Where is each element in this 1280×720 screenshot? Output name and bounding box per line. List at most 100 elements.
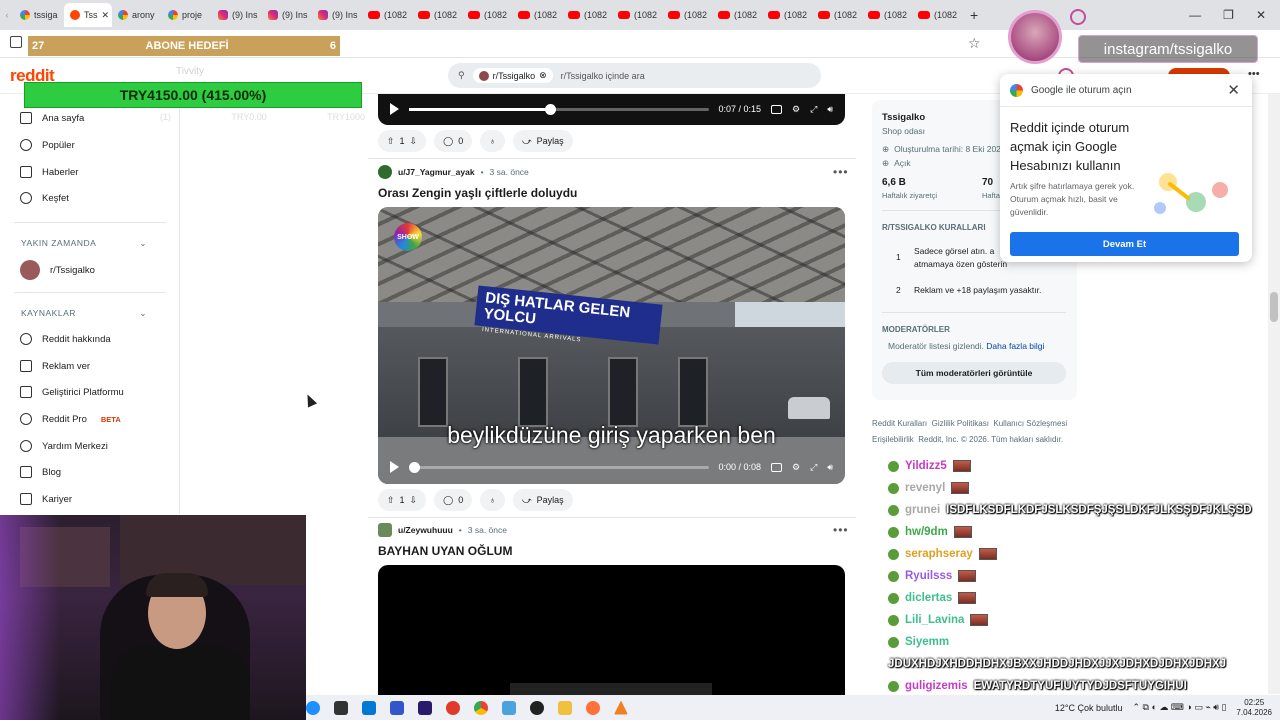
upvote-icon[interactable]: ⇧ — [387, 495, 395, 506]
taskbar-clock[interactable]: 02:25 7.04.2026 — [1236, 698, 1272, 718]
comments-button[interactable]: ◯ 0 — [434, 489, 473, 511]
sidebar-item-popular[interactable]: Popüler — [20, 139, 75, 151]
browser-tab[interactable]: (1082 — [562, 3, 612, 27]
taskbar-app-icon[interactable] — [530, 700, 544, 715]
browser-tab[interactable]: (9) Ins — [212, 3, 262, 27]
browser-tab[interactable]: (1082 — [412, 3, 462, 27]
fullscreen-icon[interactable]: ⤢ — [810, 462, 817, 473]
browser-tab[interactable]: (1082 — [362, 3, 412, 27]
browser-tab[interactable]: tssiga — [14, 3, 64, 27]
resource-item-about[interactable]: Reddit hakkında — [20, 333, 111, 345]
browser-tab[interactable]: (1082 — [762, 3, 812, 27]
play-icon[interactable] — [390, 103, 399, 115]
play-icon[interactable] — [390, 461, 399, 473]
downvote-icon[interactable]: ⇩ — [410, 136, 418, 147]
browser-tab[interactable]: proje — [162, 3, 212, 27]
folder-icon[interactable] — [558, 700, 572, 715]
footer-link[interactable]: Reddit Kuralları — [872, 419, 927, 428]
chrome-icon[interactable] — [474, 700, 488, 715]
upvote-icon[interactable]: ⇧ — [387, 136, 395, 147]
maximize-button[interactable]: ❐ — [1223, 8, 1234, 22]
taskbar-app-icon[interactable] — [362, 700, 376, 715]
post-title[interactable]: Orası Zengin yaşlı çiftlerle doluydu — [378, 186, 577, 200]
resource-item-reddit-pro[interactable]: Reddit Pro BETA — [20, 413, 121, 425]
browser-tab[interactable]: arony — [112, 3, 162, 27]
chip-remove-icon[interactable]: ⊗ — [539, 70, 547, 81]
search-input[interactable]: ⚲ r/Tssigalko ⊗ r/Tssigalko içinde ara — [448, 63, 821, 88]
vlc-icon[interactable] — [614, 700, 628, 715]
view-all-moderators-button[interactable]: Tüm moderatörleri görüntüle — [882, 362, 1066, 384]
sidebar-item-explore[interactable]: Keşfet — [20, 192, 69, 204]
browser-tab[interactable]: (1082 — [612, 3, 662, 27]
weather-widget[interactable]: 12°C Çok bulutlu — [1055, 703, 1123, 713]
continue-button[interactable]: Devam Et — [1010, 232, 1239, 256]
browser-tab[interactable]: Tss ✕ — [64, 3, 112, 27]
volume-icon[interactable]: 🔊︎ — [827, 462, 833, 473]
post-options-button[interactable]: ••• — [833, 523, 849, 537]
recent-section-header[interactable]: YAKIN ZAMANDA ⌄ — [21, 238, 147, 249]
share-button[interactable]: ⤻ Paylaş — [512, 489, 573, 511]
video-seekbar[interactable] — [409, 103, 709, 115]
share-button[interactable]: ⤻ Paylaş — [512, 130, 573, 152]
footer-link[interactable]: Gizlilik Politikası — [932, 419, 989, 428]
user-avatar[interactable] — [378, 523, 392, 537]
resource-item-developer[interactable]: Geliştirici Platformu — [20, 386, 124, 398]
resources-section-header[interactable]: KAYNAKLAR ⌄ — [21, 308, 147, 319]
sidebar-toggle-icon[interactable] — [10, 36, 22, 48]
award-button[interactable]: ♁ — [480, 489, 505, 511]
fullscreen-icon[interactable]: ⤢ — [810, 104, 817, 115]
award-button[interactable]: ♁ — [480, 130, 505, 152]
comments-button[interactable]: ◯ 0 — [434, 130, 473, 152]
browser-tab[interactable]: (1082 — [862, 3, 912, 27]
settings-gear-icon[interactable]: ⚙ — [792, 462, 800, 473]
browser-tab[interactable]: (1082 — [512, 3, 562, 27]
captions-icon[interactable] — [771, 462, 783, 472]
taskbar-app-icon[interactable] — [418, 700, 432, 715]
more-info-link[interactable]: Daha fazla bilgi — [986, 341, 1044, 351]
settings-gear-icon[interactable]: ⚙ — [792, 104, 800, 115]
volume-icon[interactable]: 🔊︎ — [827, 104, 833, 115]
captions-icon[interactable] — [771, 104, 783, 114]
resource-item-advertise[interactable]: Reklam ver — [20, 360, 90, 372]
community-name[interactable]: Tssigalko — [882, 112, 925, 123]
resource-item-blog[interactable]: Blog — [20, 466, 61, 478]
video-seekbar[interactable] — [409, 461, 709, 473]
browser-tab[interactable]: (9) Ins — [312, 3, 362, 27]
tab-close-icon[interactable]: ✕ — [102, 10, 110, 21]
bookmark-star-icon[interactable]: ☆ — [968, 35, 981, 52]
video-player[interactable]: 0:07 / 0:15 ⚙ ⤢ 🔊︎ — [378, 94, 845, 125]
taskbar-app-icon[interactable] — [306, 700, 320, 715]
post-author[interactable]: u/Zeywuhuuu — [398, 525, 453, 535]
browser-tab[interactable]: (1082 — [462, 3, 512, 27]
scrollbar-thumb[interactable] — [1270, 292, 1278, 322]
resource-item-help[interactable]: Yardım Merkezi — [20, 440, 108, 452]
browser-tab[interactable]: (1082 — [712, 3, 762, 27]
rule-text[interactable]: Reklam ve +18 paylaşım yasaktır. — [914, 285, 1041, 295]
seek-handle[interactable] — [544, 103, 556, 115]
taskbar-app-icon[interactable] — [446, 700, 460, 715]
footer-link[interactable]: Erişilebilirlik — [872, 435, 914, 444]
browser-tab[interactable]: (1082 — [662, 3, 712, 27]
minimize-button[interactable]: — — [1189, 8, 1201, 22]
resource-item-careers[interactable]: Kariyer — [20, 493, 72, 505]
taskbar-app-icon[interactable] — [502, 700, 516, 715]
video-player[interactable] — [378, 565, 845, 705]
new-tab-button[interactable]: + — [970, 7, 978, 23]
post-options-button[interactable]: ••• — [833, 165, 849, 179]
browser-tab[interactable]: (9) Ins — [262, 3, 312, 27]
tray-icons[interactable]: ⌃ ⧉ ◐ ☁ ⌨ ◑ ▭ ⌁ 🔊︎ ▯ — [1133, 702, 1227, 713]
subreddit-chip[interactable]: r/Tssigalko ⊗ — [472, 68, 553, 83]
browser-tab[interactable]: (1082 — [812, 3, 862, 27]
airport-video[interactable]: DIŞ HATLAR GELEN YOLCU INTERNATIONAL ARRI… — [378, 207, 845, 484]
tab-list-icon[interactable]: ‹ — [0, 10, 14, 20]
post-title[interactable]: BAYHAN UYAN OĞLUM — [378, 544, 512, 558]
user-avatar[interactable] — [378, 165, 392, 179]
close-icon[interactable]: ✕ — [1227, 81, 1240, 99]
firefox-icon[interactable] — [586, 700, 600, 715]
footer-link[interactable]: Kullanıcı Sözleşmesi — [993, 419, 1067, 428]
recent-subreddit-item[interactable]: r/Tssigalko — [20, 260, 95, 280]
sidebar-item-news[interactable]: Haberler — [20, 166, 78, 178]
seek-handle[interactable] — [409, 461, 420, 473]
close-window-button[interactable]: ✕ — [1256, 8, 1266, 22]
sidebar-item-home[interactable]: Ana sayfa — [20, 112, 84, 124]
